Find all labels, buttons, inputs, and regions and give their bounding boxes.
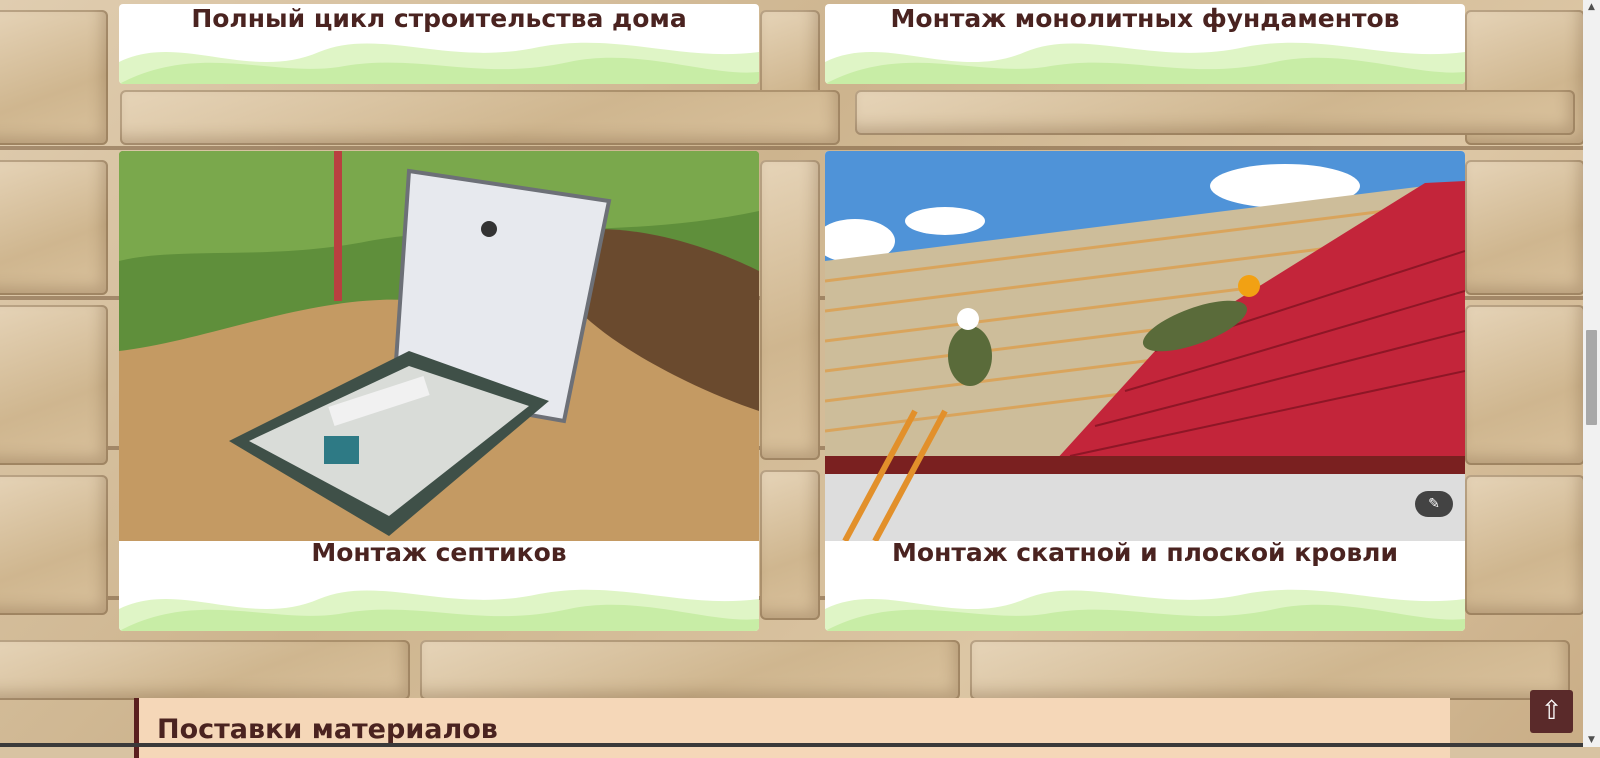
scroll-up-arrow-icon[interactable]: ▲: [1583, 0, 1600, 14]
window-bottom-edge: [0, 743, 1584, 747]
wave-decoration: [119, 42, 759, 84]
wave-decoration: [825, 589, 1465, 631]
service-card-foundations[interactable]: Монтаж монолитных фундаментов: [825, 4, 1465, 84]
section-heading: Поставки материалов: [157, 714, 498, 745]
wave-decoration: [119, 589, 759, 631]
vertical-scrollbar[interactable]: ▲ ▼: [1583, 0, 1600, 747]
wave-decoration: [825, 42, 1465, 84]
septic-photo: [119, 151, 759, 541]
scrollbar-thumb[interactable]: [1586, 330, 1597, 425]
roofing-photo: [825, 151, 1465, 541]
scroll-down-arrow-icon[interactable]: ▼: [1583, 733, 1600, 747]
service-card-septic[interactable]: Монтаж септиков: [119, 151, 759, 631]
magic-wand-icon[interactable]: ✎: [1415, 491, 1453, 517]
service-card-house-cycle[interactable]: Полный цикл строительства дома: [119, 4, 759, 84]
card-title: Монтаж септиков: [311, 538, 567, 567]
scroll-to-top-button[interactable]: ⇧: [1530, 690, 1573, 733]
service-card-roofing[interactable]: ✎ Монтаж скатной и плоской кровли: [825, 151, 1465, 631]
supply-section-header: Поставки материалов: [134, 698, 1450, 758]
card-title: Монтаж скатной и плоской кровли: [892, 538, 1398, 567]
